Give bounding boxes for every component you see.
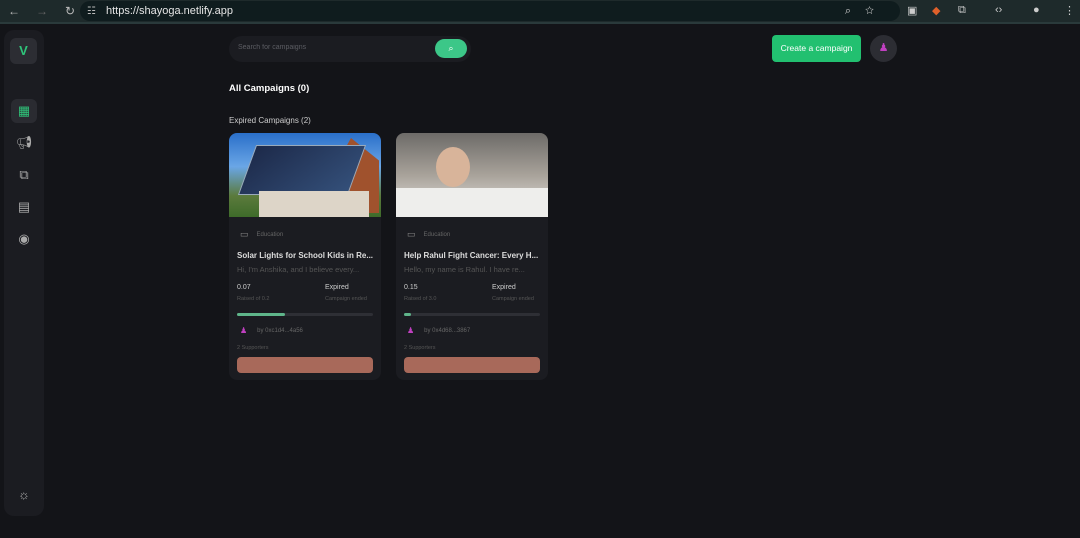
- search-bar: ⌕: [229, 36, 471, 62]
- back-icon[interactable]: ←: [0, 4, 28, 18]
- campaign-image: [229, 133, 381, 217]
- menu-kebab-icon[interactable]: ⋮: [1064, 4, 1075, 17]
- campaign-description: Hi, I'm Anshika, and I believe every...: [237, 265, 360, 274]
- extension-icon[interactable]: ▣: [907, 4, 917, 17]
- profile-avatar[interactable]: ●: [1033, 4, 1040, 16]
- owner-avatar-icon: ♟: [407, 326, 415, 335]
- forward-icon[interactable]: →: [28, 4, 56, 18]
- progress-fill: [237, 313, 285, 316]
- campaign-description: Hello, my name is Rahul. I have re...: [404, 265, 525, 274]
- status-subtext: Campaign ended: [492, 296, 534, 302]
- search-input[interactable]: [238, 44, 418, 51]
- url-text: https://shayoga.netlify.app: [106, 5, 233, 17]
- campaign-action-button[interactable]: [404, 357, 540, 373]
- owner-avatar-icon: ♟: [240, 326, 248, 335]
- devtools-icon[interactable]: ‹›: [995, 4, 1002, 16]
- campaign-image: [396, 133, 548, 217]
- folder-icon: ▭: [407, 229, 416, 239]
- owner-address: by 0x4d68...3867: [424, 327, 471, 334]
- raised-label: Raised of 3.0: [404, 296, 437, 302]
- search-button[interactable]: ⌕: [435, 39, 467, 58]
- grid-icon[interactable]: ▦: [11, 99, 37, 123]
- progress-bar: [404, 313, 540, 316]
- campaign-title: Solar Lights for School Kids in Re...: [237, 251, 374, 260]
- expired-campaigns-heading: Expired Campaigns (2): [229, 116, 311, 125]
- raised-label: Raised of 0.2: [237, 296, 270, 302]
- user-avatar[interactable]: ♟: [870, 35, 897, 62]
- megaphone-icon[interactable]: 📢︎: [11, 131, 37, 155]
- metamask-icon[interactable]: ◆: [932, 4, 940, 17]
- status-text: Expired: [325, 284, 349, 291]
- folder-icon: ▭: [240, 229, 249, 239]
- zoom-icon[interactable]: ⌕: [845, 5, 865, 17]
- sidebar: V ▦ 📢︎ ⧉ ▤ ◉ ☼: [4, 30, 44, 516]
- raised-amount: 0.15: [404, 284, 418, 291]
- extensions-puzzle-icon[interactable]: ⧉: [958, 4, 966, 17]
- raised-amount: 0.07: [237, 284, 251, 291]
- sun-icon[interactable]: ☼: [11, 483, 37, 507]
- owner-address: by 0xc1d4...4a56: [257, 327, 303, 334]
- category-label: Education: [256, 231, 284, 238]
- campaign-card[interactable]: ▭ Education Solar Lights for School Kids …: [229, 133, 381, 380]
- campaign-action-button[interactable]: [237, 357, 373, 373]
- progress-bar: [237, 313, 373, 316]
- browser-toolbar: ← → ↻ ☷ https://shayoga.netlify.app ⌕☆ ▣…: [0, 0, 1080, 24]
- category-label: Education: [423, 231, 451, 238]
- site-info-icon[interactable]: ☷: [87, 6, 96, 17]
- archive-icon[interactable]: ▤: [11, 195, 37, 219]
- progress-fill: [404, 313, 411, 316]
- app-logo[interactable]: V: [10, 38, 37, 64]
- supporters-count: 2 Supporters: [237, 345, 269, 351]
- search-icon: ⌕: [448, 43, 454, 53]
- bookmark-star-icon[interactable]: ☆: [865, 5, 888, 17]
- user-circle-icon[interactable]: ◉: [11, 227, 37, 251]
- supporters-count: 2 Supporters: [404, 345, 436, 351]
- address-bar[interactable]: ☷ https://shayoga.netlify.app ⌕☆: [80, 1, 900, 21]
- status-text: Expired: [492, 284, 516, 291]
- campaign-title: Help Rahul Fight Cancer: Every H...: [404, 251, 539, 260]
- payments-icon[interactable]: ⧉: [11, 163, 37, 187]
- all-campaigns-heading: All Campaigns (0): [229, 83, 310, 94]
- status-subtext: Campaign ended: [325, 296, 367, 302]
- create-campaign-button[interactable]: Create a campaign: [772, 35, 861, 62]
- campaign-card[interactable]: ▭ Education Help Rahul Fight Cancer: Ever…: [396, 133, 548, 380]
